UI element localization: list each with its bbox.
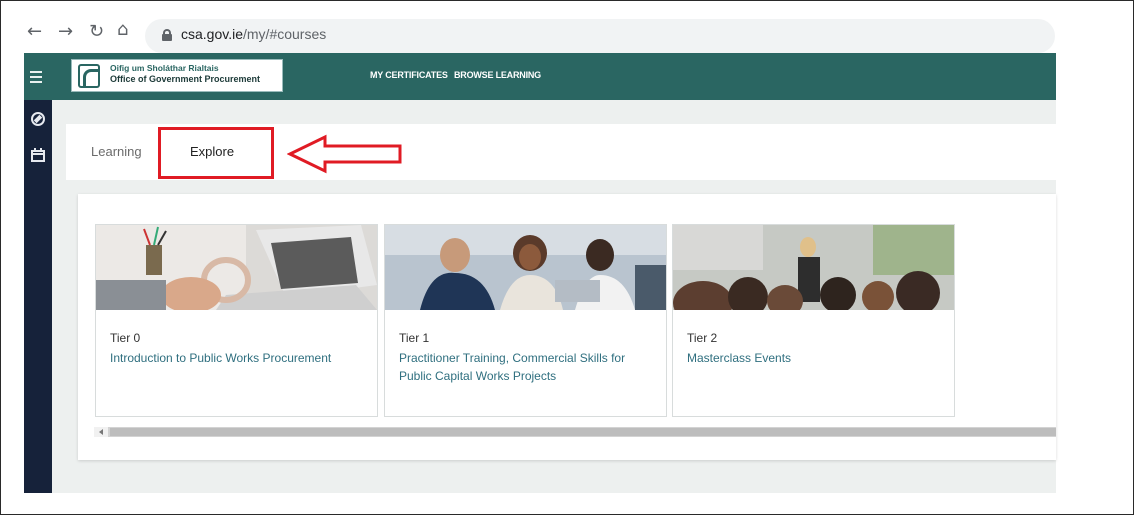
course-image-team-meeting — [385, 225, 666, 310]
url-text[interactable]: csa.gov.ie/my/#courses — [181, 26, 326, 42]
course-image-headphones-laptop — [96, 225, 377, 310]
back-icon[interactable]: ← — [27, 22, 42, 42]
hamburger-menu-icon[interactable] — [24, 53, 52, 100]
annotation-arrow-icon — [287, 134, 402, 174]
course-title-link[interactable]: Masterclass Events — [687, 349, 927, 367]
course-title-link[interactable]: Practitioner Training, Commercial Skills… — [399, 349, 639, 385]
scrollbar-thumb[interactable] — [110, 428, 1056, 436]
tab-learning[interactable]: Learning — [91, 144, 142, 159]
logo-english-name: Office of Government Procurement — [110, 74, 261, 84]
course-card-tier-2[interactable]: Tier 2 Masterclass Events — [672, 224, 955, 417]
course-tier-label: Tier 2 — [687, 331, 718, 345]
course-tier-label: Tier 1 — [399, 331, 430, 345]
nav-browse-learning[interactable]: BROWSE LEARNING — [454, 70, 541, 80]
logo-irish-name: Oifig um Sholáthar Rialtais — [110, 63, 219, 73]
home-icon[interactable]: ⌂ — [117, 20, 128, 40]
compass-icon[interactable] — [28, 109, 48, 129]
course-card-tier-1[interactable]: Tier 1 Practitioner Training, Commercial… — [384, 224, 667, 417]
reload-icon[interactable]: ↻ — [89, 22, 104, 42]
harp-icon — [78, 64, 100, 88]
ogp-logo[interactable]: Oifig um Sholáthar Rialtais Office of Go… — [71, 59, 283, 92]
annotation-highlight-box — [158, 127, 274, 179]
top-navigation: MY CERTIFICATES BROWSE LEARNING — [370, 70, 545, 80]
scroll-left-arrow-icon[interactable] — [94, 427, 108, 437]
forward-icon[interactable]: → — [58, 22, 73, 42]
course-tier-label: Tier 0 — [110, 331, 141, 345]
course-card-tier-0[interactable]: Tier 0 Introduction to Public Works Proc… — [95, 224, 378, 417]
calendar-icon[interactable] — [28, 146, 48, 166]
nav-my-certificates[interactable]: MY CERTIFICATES — [370, 70, 448, 80]
course-carousel: Tier 0 Introduction to Public Works Proc… — [78, 194, 1056, 460]
course-image-masterclass — [673, 225, 954, 310]
course-title-link[interactable]: Introduction to Public Works Procurement — [110, 349, 350, 367]
left-rail — [24, 100, 52, 493]
horizontal-scrollbar[interactable] — [94, 427, 1056, 437]
lock-icon — [162, 29, 172, 41]
app-header: Oifig um Sholáthar Rialtais Office of Go… — [24, 53, 1056, 100]
